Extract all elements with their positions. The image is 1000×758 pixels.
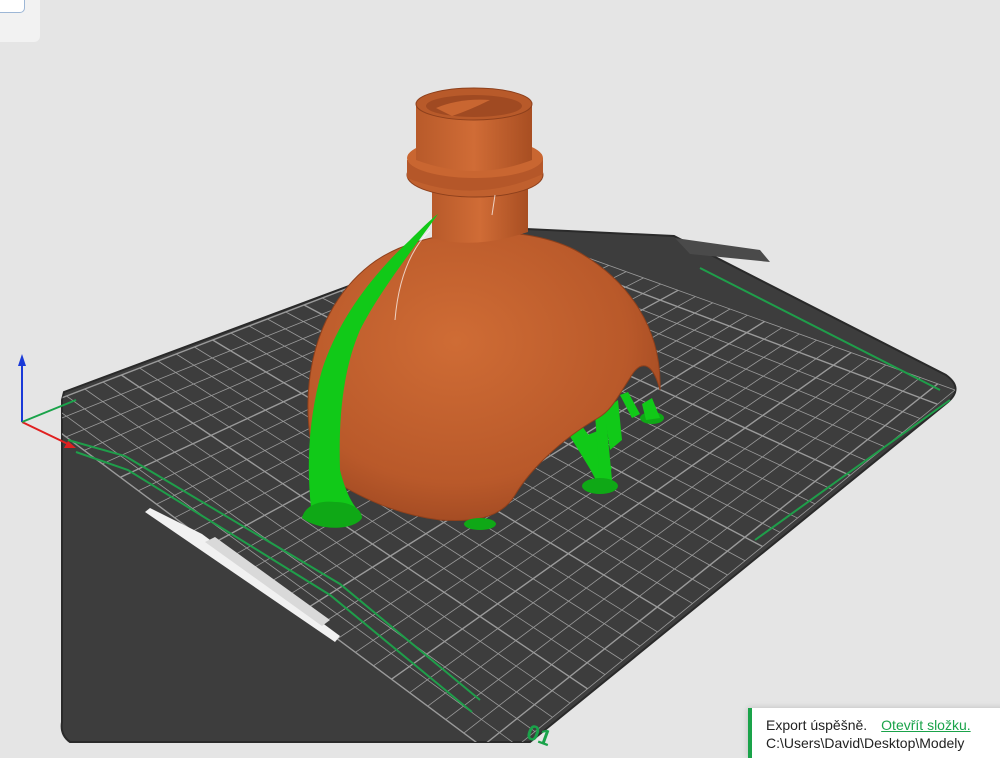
export-message: Export úspěšně. (766, 717, 868, 733)
open-folder-link[interactable]: Otevřít složku. (881, 717, 970, 733)
export-notification: Export úspěšně. Otevřít složku. C:\Users… (748, 708, 1000, 758)
export-path: C:\Users\David\Desktop\Modely (766, 735, 965, 751)
view-control-icon (0, 0, 25, 13)
z-axis-arrow (18, 354, 26, 366)
3d-viewport[interactable]: 01 (0, 0, 1000, 752)
neck-model (406, 87, 544, 243)
viewport-canvas[interactable]: 01 (0, 0, 1000, 752)
view-control-button[interactable] (0, 0, 40, 42)
